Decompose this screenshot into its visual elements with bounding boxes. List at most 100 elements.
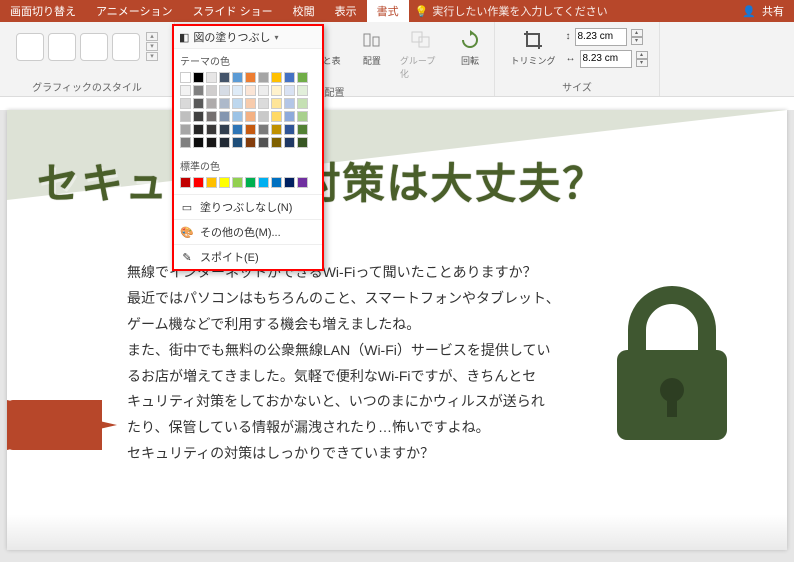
color-swatch[interactable] — [258, 98, 269, 109]
tell-me-search[interactable]: 💡 実行したい作業を入力してください — [415, 3, 608, 19]
color-swatch[interactable] — [232, 72, 243, 83]
color-swatch[interactable] — [232, 137, 243, 148]
ribbon-tab[interactable]: 校閲 — [283, 0, 325, 22]
color-swatch[interactable] — [232, 111, 243, 122]
ribbon-tab[interactable]: 表示 — [325, 0, 367, 22]
color-swatch[interactable] — [193, 137, 204, 148]
height-input[interactable] — [575, 28, 627, 46]
color-swatch[interactable] — [245, 85, 256, 96]
color-swatch[interactable] — [284, 111, 295, 122]
color-swatch[interactable] — [271, 72, 282, 83]
color-swatch[interactable] — [271, 111, 282, 122]
color-swatch[interactable] — [297, 85, 308, 96]
color-swatch[interactable] — [219, 137, 230, 148]
color-swatch[interactable] — [284, 137, 295, 148]
rotate-button[interactable]: 回転 — [452, 26, 488, 69]
color-swatch[interactable] — [297, 98, 308, 109]
color-swatch[interactable] — [206, 137, 217, 148]
color-swatch[interactable] — [258, 124, 269, 135]
more-colors-item[interactable]: 🎨 その他の色(M)... — [174, 219, 322, 244]
slide[interactable]: セキュリティ対策は大丈夫？ 無線でインターネットができるWi-Fiって聞いたこと… — [7, 110, 787, 550]
color-swatch[interactable] — [258, 177, 269, 188]
ribbon-tab[interactable]: スライド ショー — [183, 0, 283, 22]
color-swatch[interactable] — [245, 72, 256, 83]
styles-gallery[interactable]: ▴ ▾ ▾ — [12, 26, 162, 67]
color-swatch[interactable] — [193, 72, 204, 83]
color-swatch[interactable] — [180, 72, 191, 83]
color-swatch[interactable] — [284, 177, 295, 188]
color-swatch[interactable] — [284, 98, 295, 109]
color-swatch[interactable] — [271, 85, 282, 96]
color-swatch[interactable] — [258, 85, 269, 96]
style-swatch[interactable] — [112, 33, 140, 61]
color-swatch[interactable] — [193, 124, 204, 135]
width-spinner[interactable]: ↔ ▴▾ — [566, 50, 648, 68]
color-swatch[interactable] — [284, 124, 295, 135]
color-swatch[interactable] — [219, 124, 230, 135]
slide-body-text[interactable]: 無線でインターネットができるWi-Fiって聞いたことありますか？最近ではパソコン… — [127, 260, 607, 467]
ribbon-tab[interactable]: 画面切り替え — [0, 0, 86, 22]
no-fill-item[interactable]: ▭ 塗りつぶしなし(N) — [174, 194, 322, 219]
color-swatch[interactable] — [206, 124, 217, 135]
group-button[interactable]: グループ化 — [396, 26, 446, 82]
color-swatch[interactable] — [219, 98, 230, 109]
color-swatch[interactable] — [232, 124, 243, 135]
color-swatch[interactable] — [180, 98, 191, 109]
color-swatch[interactable] — [297, 137, 308, 148]
color-swatch[interactable] — [232, 98, 243, 109]
chevron-up-icon[interactable]: ▴ — [631, 29, 643, 37]
style-swatch[interactable] — [48, 33, 76, 61]
gallery-more-icon[interactable]: ▾ — [146, 52, 158, 61]
ribbon-tab[interactable]: 書式 — [367, 0, 409, 22]
color-swatch[interactable] — [258, 137, 269, 148]
color-swatch[interactable] — [206, 98, 217, 109]
color-swatch[interactable] — [297, 124, 308, 135]
color-swatch[interactable] — [271, 98, 282, 109]
color-swatch[interactable] — [193, 85, 204, 96]
color-swatch[interactable] — [206, 72, 217, 83]
color-swatch[interactable] — [284, 85, 295, 96]
gallery-scroll[interactable]: ▴ ▾ ▾ — [146, 32, 158, 61]
color-swatch[interactable] — [219, 177, 230, 188]
color-swatch[interactable] — [193, 177, 204, 188]
height-spinner[interactable]: ↕ ▴▾ — [566, 28, 648, 46]
lock-icon[interactable] — [597, 280, 747, 455]
color-swatch[interactable] — [297, 177, 308, 188]
color-swatch[interactable] — [297, 72, 308, 83]
shape-fill-button[interactable]: ◧ 図の塗りつぶし ▾ — [174, 26, 322, 49]
color-swatch[interactable] — [219, 111, 230, 122]
chevron-up-icon[interactable]: ▴ — [146, 32, 158, 41]
color-swatch[interactable] — [232, 85, 243, 96]
color-swatch[interactable] — [245, 124, 256, 135]
color-swatch[interactable] — [245, 98, 256, 109]
color-swatch[interactable] — [258, 72, 269, 83]
width-input[interactable] — [580, 50, 632, 68]
share-button[interactable]: 共有 — [762, 3, 784, 19]
color-swatch[interactable] — [219, 72, 230, 83]
color-swatch[interactable] — [271, 137, 282, 148]
ribbon-tab[interactable]: アニメーション — [86, 0, 183, 22]
slide-title[interactable]: セキュリティ対策は大丈夫？ — [37, 150, 767, 211]
chevron-up-icon[interactable]: ▴ — [636, 51, 648, 59]
chevron-down-icon[interactable]: ▾ — [146, 42, 158, 51]
color-swatch[interactable] — [193, 111, 204, 122]
align-button[interactable]: 配置 — [354, 26, 390, 69]
color-swatch[interactable] — [206, 85, 217, 96]
color-swatch[interactable] — [206, 111, 217, 122]
color-swatch[interactable] — [284, 72, 295, 83]
eyedropper-item[interactable]: ✎ スポイト(E) — [174, 244, 322, 269]
color-swatch[interactable] — [245, 137, 256, 148]
color-swatch[interactable] — [206, 177, 217, 188]
color-swatch[interactable] — [219, 85, 230, 96]
style-swatch[interactable] — [16, 33, 44, 61]
color-swatch[interactable] — [271, 177, 282, 188]
color-swatch[interactable] — [193, 98, 204, 109]
color-swatch[interactable] — [232, 177, 243, 188]
style-swatch[interactable] — [80, 33, 108, 61]
color-swatch[interactable] — [245, 177, 256, 188]
color-swatch[interactable] — [180, 137, 191, 148]
color-swatch[interactable] — [297, 111, 308, 122]
color-swatch[interactable] — [180, 85, 191, 96]
color-swatch[interactable] — [180, 177, 191, 188]
chevron-down-icon[interactable]: ▾ — [636, 59, 648, 67]
